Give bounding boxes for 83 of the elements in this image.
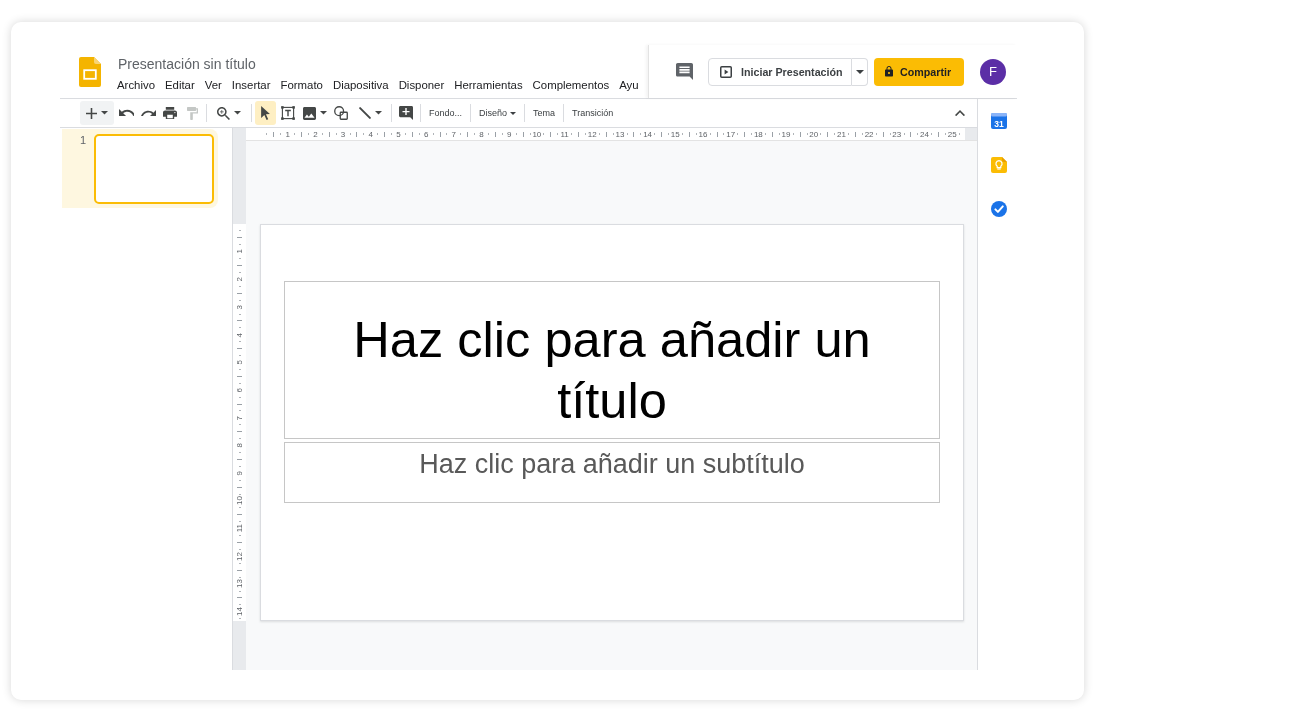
comment-icon[interactable] bbox=[676, 63, 693, 80]
ruler-number: 3 bbox=[235, 304, 244, 310]
new-slide-button[interactable] bbox=[80, 101, 114, 125]
ruler-number: 21 bbox=[837, 129, 846, 139]
select-button[interactable] bbox=[255, 101, 276, 125]
ruler-number: 11 bbox=[235, 524, 244, 533]
menu-item[interactable]: Archivo bbox=[117, 77, 155, 93]
menu-item[interactable]: Herramientas bbox=[454, 77, 523, 93]
line-icon bbox=[358, 107, 371, 119]
ruler-number: 19 bbox=[781, 129, 791, 139]
menu-item[interactable]: Insertar bbox=[231, 77, 271, 93]
menu-item[interactable]: Editar bbox=[165, 77, 195, 93]
ruler-number: 14 bbox=[235, 607, 244, 617]
caret-icon bbox=[855, 69, 864, 74]
ruler-number: 10 bbox=[532, 129, 542, 139]
ruler-number: 5 bbox=[396, 129, 401, 139]
menu-item[interactable]: Diapositiva bbox=[332, 77, 389, 93]
menu-item[interactable]: Ayu bbox=[619, 77, 639, 93]
ruler-number: 16 bbox=[698, 129, 708, 139]
ruler-number: 15 bbox=[670, 129, 680, 139]
ruler-number: 23 bbox=[892, 129, 902, 139]
chevron-up-icon bbox=[955, 109, 965, 117]
ruler-number: 12 bbox=[587, 129, 597, 139]
toolbar-button[interactable]: Diseño bbox=[474, 101, 522, 125]
slide[interactable]: Haz clic para añadir un título Haz clic para añadir un subtítulo bbox=[260, 224, 964, 621]
ruler-number: 6 bbox=[235, 387, 244, 393]
add-comment-icon bbox=[399, 106, 413, 120]
present-menu-button[interactable] bbox=[852, 57, 868, 86]
ruler-number: 4 bbox=[235, 332, 244, 337]
ruler-number: 2 bbox=[313, 129, 318, 139]
text-box-icon bbox=[280, 106, 295, 120]
toolbar-button[interactable]: Fondo... bbox=[424, 101, 468, 125]
subtitle-placeholder-text: Haz clic para añadir un subtítulo bbox=[419, 448, 805, 480]
slide-thumbnail-row[interactable]: 1 bbox=[62, 129, 218, 208]
ruler-number: 7 bbox=[235, 415, 244, 421]
subtitle-text-box[interactable]: Haz clic para añadir un subtítulo bbox=[284, 442, 940, 503]
menu-item[interactable]: Disponer bbox=[398, 77, 445, 93]
ruler-number: 9 bbox=[506, 129, 512, 139]
ruler-number: 22 bbox=[864, 129, 874, 139]
ruler-number: 3 bbox=[340, 129, 346, 139]
cursor-icon bbox=[261, 106, 270, 120]
ruler-number: 25 bbox=[947, 129, 957, 139]
ruler-number: 12 bbox=[235, 551, 244, 561]
toolbar-button[interactable]: Transición bbox=[567, 101, 619, 125]
title-text-box[interactable]: Haz clic para añadir un título bbox=[284, 281, 940, 439]
ruler-number: 24 bbox=[920, 129, 929, 139]
ruler-number: 13 bbox=[615, 129, 625, 139]
ruler-number: 4 bbox=[368, 129, 373, 139]
present-button[interactable]: Iniciar Presentación bbox=[708, 57, 852, 86]
user-avatar[interactable]: F bbox=[980, 58, 1006, 85]
lock-icon bbox=[885, 66, 893, 77]
document-title[interactable]: Presentación sin título bbox=[118, 55, 256, 73]
ruler-corner bbox=[233, 128, 246, 141]
ruler-number: 6 bbox=[423, 129, 429, 139]
zoom-in-icon bbox=[217, 106, 230, 120]
shapes-icon bbox=[334, 106, 348, 120]
ruler-number: 14 bbox=[643, 129, 653, 139]
ruler-number: 20 bbox=[809, 129, 819, 139]
title-placeholder-text: Haz clic para añadir un título bbox=[352, 310, 872, 431]
ruler-number: 1 bbox=[285, 129, 290, 139]
ruler-number: 11 bbox=[560, 129, 569, 139]
ruler-number: 13 bbox=[235, 579, 244, 589]
image-icon bbox=[302, 106, 316, 120]
ruler-number: 10 bbox=[235, 496, 244, 506]
ruler-number: 8 bbox=[235, 443, 244, 448]
ruler-number: 9 bbox=[235, 470, 244, 476]
menu-item[interactable]: Formato bbox=[280, 77, 323, 93]
menu-item[interactable]: Complementos bbox=[532, 77, 610, 93]
toolbar-button[interactable]: Tema bbox=[528, 101, 561, 125]
ruler-number: 7 bbox=[451, 129, 457, 139]
ruler-number: 1 bbox=[235, 249, 244, 254]
ruler-number: 2 bbox=[235, 277, 244, 282]
menu-item[interactable]: Ver bbox=[204, 77, 222, 93]
share-button[interactable]: Compartir bbox=[874, 57, 964, 86]
ruler-number: 8 bbox=[479, 129, 484, 139]
slide-number: 1 bbox=[78, 134, 86, 146]
calendar-icon[interactable]: 31 bbox=[991, 113, 1007, 129]
ruler-number: 5 bbox=[235, 360, 244, 365]
play-icon bbox=[720, 65, 732, 78]
ruler-number: 17 bbox=[726, 129, 736, 139]
ruler-number: 18 bbox=[753, 129, 763, 139]
checkmark-circle-icon[interactable] bbox=[991, 201, 1007, 217]
slide-thumbnail[interactable] bbox=[94, 134, 214, 204]
